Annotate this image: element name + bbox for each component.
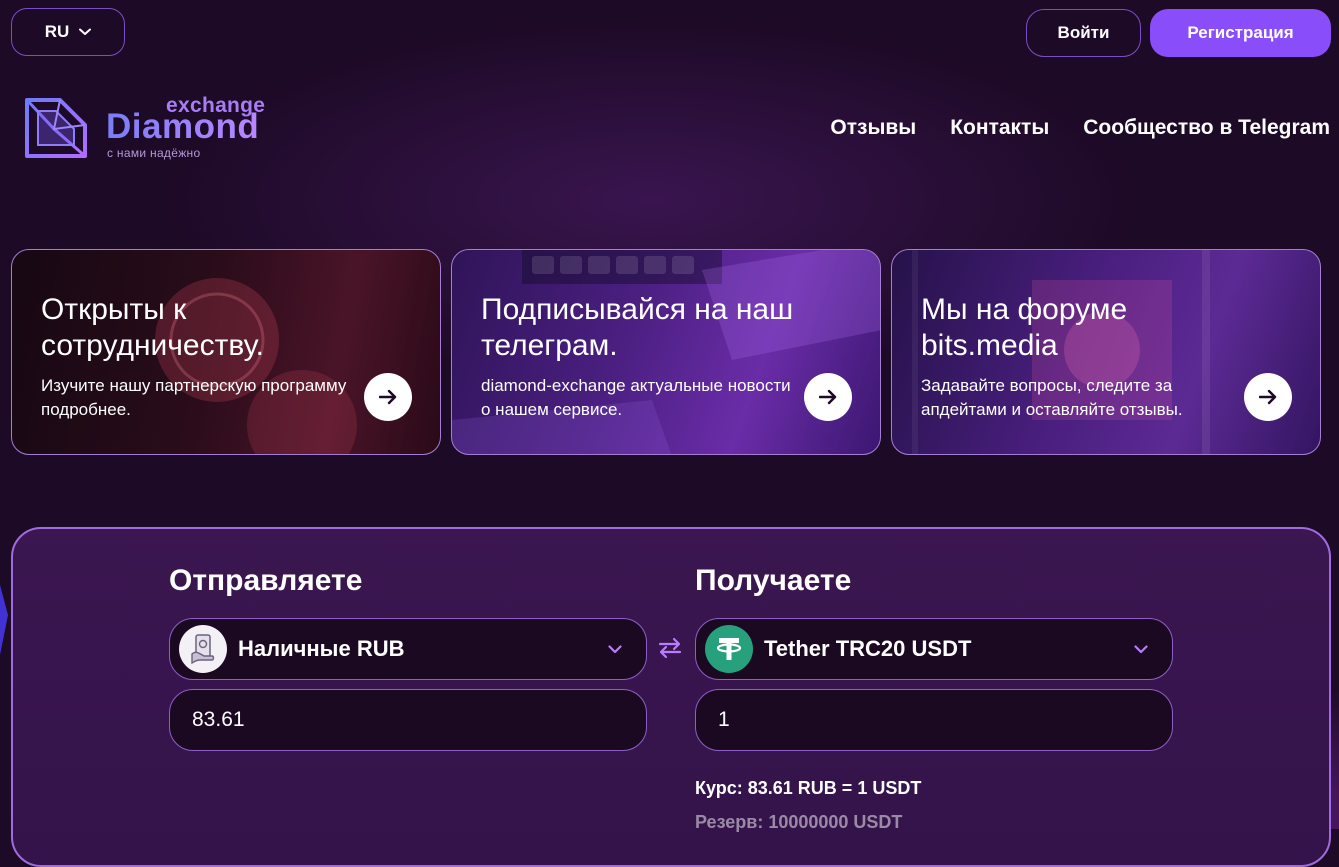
- login-button[interactable]: Войти: [1026, 9, 1141, 57]
- card-arrow-button[interactable]: [364, 373, 412, 421]
- promo-card-partnership[interactable]: Открыты к сотрудничеству. Изучите нашу п…: [11, 249, 441, 455]
- cash-hand-icon: [179, 625, 227, 673]
- chevron-down-icon: [79, 28, 92, 35]
- send-currency-label: Наличные RUB: [238, 636, 405, 661]
- receive-amount-input[interactable]: [695, 689, 1173, 751]
- crystal-decoration: [0, 585, 8, 655]
- logo[interactable]: exchange Diamond с нами надёжно: [24, 94, 324, 161]
- card-arrow-button[interactable]: [1244, 373, 1292, 421]
- swap-arrows-icon[interactable]: [657, 636, 683, 660]
- receive-currency-label: Tether TRC20 USDT: [764, 636, 972, 661]
- card-text: Изучите нашу партнерскую программу подро…: [41, 376, 347, 419]
- promo-card-telegram[interactable]: Подписывайся на наш телеграм. diamond-ex…: [451, 249, 881, 455]
- arrow-right-icon: [1259, 389, 1277, 405]
- card-title: Подписывайся на наш телеграм.: [481, 293, 794, 362]
- nav-item-telegram[interactable]: Сообщество в Telegram: [1083, 116, 1330, 140]
- logo-main-text: Diamond: [106, 107, 260, 146]
- receive-currency-select[interactable]: Tether TRC20 USDT: [695, 618, 1173, 680]
- main-nav: Отзывы Контакты Сообщество в Telegram: [830, 116, 1330, 140]
- register-button[interactable]: Регистрация: [1150, 9, 1331, 57]
- card-text: Задавайте вопросы, следите за апдейтами …: [921, 376, 1183, 419]
- reserve-amount: Резерв: 10000000 USDT: [695, 812, 903, 832]
- receive-heading: Получаете: [695, 564, 852, 597]
- diamond-logo-icon: [25, 98, 87, 158]
- card-arrow-button[interactable]: [804, 373, 852, 421]
- logo-tagline: с нами надёжно: [107, 146, 201, 160]
- card-title: Открыты к сотрудничеству.: [41, 293, 264, 362]
- tether-icon: [705, 625, 753, 673]
- send-currency-select[interactable]: Наличные RUB: [169, 618, 647, 680]
- language-label: RU: [44, 22, 70, 41]
- nav-item-contacts[interactable]: Контакты: [950, 116, 1049, 140]
- card-title: Мы на форуме bits.media: [921, 293, 1128, 362]
- arrow-right-icon: [819, 389, 837, 405]
- send-amount-input[interactable]: [169, 689, 647, 751]
- chevron-down-icon: [1134, 644, 1148, 653]
- arrow-right-icon: [379, 389, 397, 405]
- nav-item-reviews[interactable]: Отзывы: [830, 116, 916, 140]
- promo-card-forum[interactable]: Мы на форуме bits.media Задавайте вопрос…: [891, 249, 1321, 455]
- send-heading: Отправляете: [169, 564, 363, 597]
- language-selector[interactable]: RU: [11, 8, 125, 56]
- card-text: diamond-exchange актуальные новости о на…: [481, 376, 791, 419]
- exchange-rate: Курс: 83.61 RUB = 1 USDT: [695, 778, 922, 798]
- chevron-down-icon: [608, 644, 622, 653]
